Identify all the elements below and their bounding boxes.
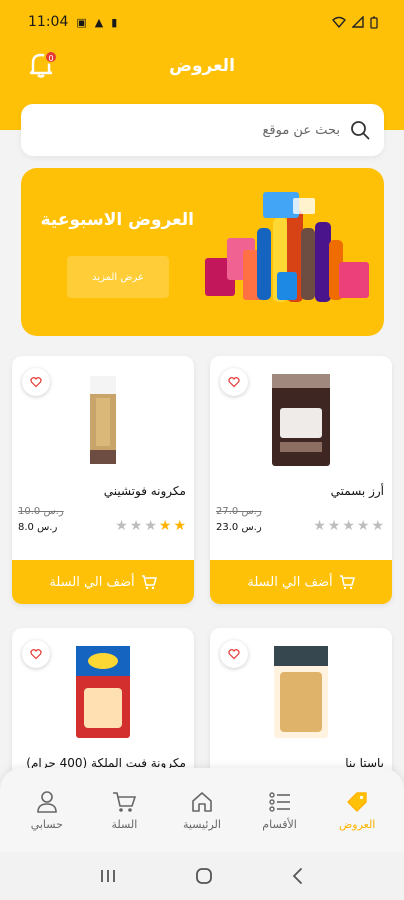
favorite-button[interactable] [22, 640, 50, 668]
battery-icon [370, 16, 378, 29]
system-navigation-bar [0, 852, 404, 900]
home-icon [192, 791, 212, 812]
sim-notification-icon: ▮ [111, 15, 118, 29]
product-card[interactable]: مكرونه فوتشيني 10.0 ر.س 8.0 ر.س ★ ★ ★ ★ … [12, 356, 194, 604]
add-to-cart-button[interactable]: أضف الي السلة [12, 560, 194, 604]
nav-label: العروض [338, 817, 376, 831]
product-card[interactable]: مكرونة فيت الملكة (400 جرام) [12, 628, 194, 778]
back-icon[interactable] [291, 867, 305, 885]
product-price: 8.0 ر.س [18, 522, 58, 533]
add-to-cart-label: أضف الي السلة [49, 574, 135, 590]
user-icon [36, 790, 57, 813]
nav-item-cart[interactable]: السلة [89, 790, 159, 831]
nav-item-offers[interactable]: العروض [322, 790, 392, 831]
heart-icon [30, 377, 42, 388]
favorite-button[interactable] [220, 640, 248, 668]
notifications-button[interactable]: 0 [26, 50, 58, 82]
favorite-button[interactable] [22, 368, 50, 396]
star-icon: ★ [173, 518, 186, 534]
rating-stars: ★ ★ ★ ★ ★ [313, 518, 384, 534]
nav-item-categories[interactable]: الأقسام [245, 790, 315, 831]
star-icon: ★ [342, 518, 355, 534]
tag-icon [347, 791, 367, 812]
cart-icon [339, 575, 355, 590]
warning-icon: ▲ [94, 15, 104, 29]
cart-icon [141, 575, 157, 590]
products-illustration [205, 192, 369, 302]
banner-title: العروض الاسبوعية [40, 210, 194, 230]
product-card[interactable]: أرز بسمتي 27.0 ر.س 23.0 ر.س ★ ★ ★ ★ ★ أض… [210, 356, 392, 604]
heart-icon [228, 649, 240, 660]
nav-label: السلة [111, 817, 138, 831]
star-icon: ★ [313, 518, 326, 534]
star-icon: ★ [158, 518, 172, 534]
status-time: 11:04 [28, 14, 69, 30]
nav-label: حسابي [30, 817, 63, 831]
recent-apps-icon[interactable] [99, 868, 117, 884]
search-icon[interactable] [350, 120, 370, 140]
star-icon: ★ [129, 518, 143, 534]
nav-item-home[interactable]: الرئيسية [167, 790, 237, 831]
add-to-cart-label: أضف الي السلة [247, 574, 333, 590]
nav-item-account[interactable]: حسابي [12, 790, 82, 831]
star-icon: ★ [115, 518, 128, 534]
image-notification-icon: ▣ [76, 15, 87, 29]
star-icon: ★ [356, 518, 370, 534]
wifi-icon [332, 16, 346, 28]
signal-icon [352, 16, 364, 28]
nav-label: الرئيسية [183, 817, 221, 831]
weekly-offers-banner[interactable]: العروض الاسبوعية عرض المزيد [21, 168, 384, 336]
product-old-price: 10.0 ر.س [18, 506, 64, 517]
page-title: العروض [169, 56, 235, 76]
heart-icon [30, 649, 42, 660]
product-name: مكرونه فوتشيني [103, 484, 186, 498]
favorite-button[interactable] [220, 368, 248, 396]
list-icon [268, 791, 290, 812]
nav-label: الأقسام [262, 817, 297, 831]
notification-badge: 0 [44, 50, 58, 64]
star-icon: ★ [144, 518, 157, 534]
star-icon: ★ [327, 518, 341, 534]
cart-icon [113, 791, 137, 812]
star-icon: ★ [371, 518, 384, 534]
rating-stars: ★ ★ ★ ★ ★ [115, 518, 186, 534]
home-button-icon[interactable] [195, 867, 213, 885]
product-old-price: 27.0 ر.س [216, 506, 262, 517]
show-more-button[interactable]: عرض المزيد [67, 256, 169, 298]
search-input[interactable] [80, 122, 340, 138]
product-name: أرز بسمتي [330, 484, 384, 498]
product-card[interactable]: باستا بنا [210, 628, 392, 778]
heart-icon [228, 377, 240, 388]
search-bar[interactable] [21, 104, 384, 156]
add-to-cart-button[interactable]: أضف الي السلة [210, 560, 392, 604]
product-price: 23.0 ر.س [216, 522, 262, 533]
bottom-navigation: حسابي السلة الرئيسية الأقسام العروض [0, 768, 404, 852]
status-bar: 11:04 ▣ ▲ ▮ [0, 0, 404, 44]
